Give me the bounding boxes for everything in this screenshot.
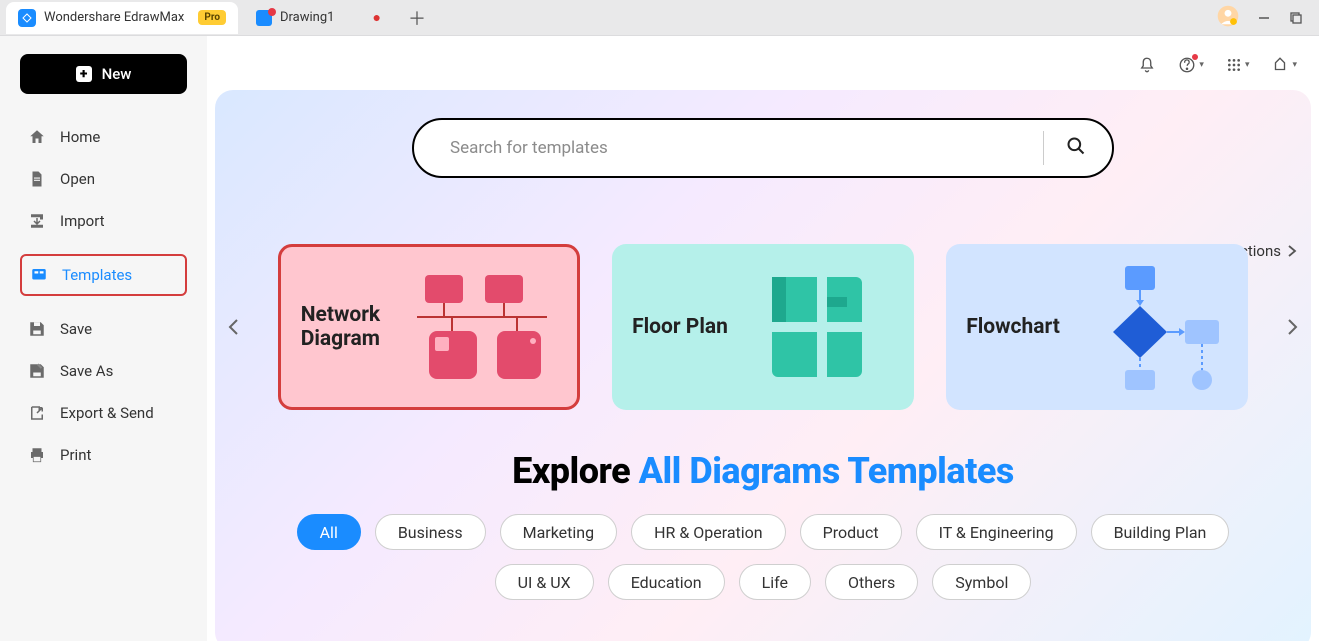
import-icon bbox=[28, 212, 46, 230]
titlebar-right bbox=[1217, 5, 1319, 31]
search-bar bbox=[412, 118, 1114, 178]
sidebar-item-open[interactable]: Open bbox=[20, 158, 187, 200]
new-button[interactable]: + New bbox=[20, 54, 187, 94]
headline-prefix: Explore bbox=[512, 450, 638, 492]
document-icon bbox=[256, 10, 272, 26]
card-title: Network Diagram bbox=[301, 303, 395, 351]
tab-app[interactable]: Wondershare EdrawMax Pro bbox=[6, 2, 238, 34]
carousel-next-button[interactable] bbox=[1280, 314, 1305, 340]
tab-unsaved-indicator: ● bbox=[372, 9, 380, 26]
avatar-icon[interactable] bbox=[1217, 5, 1239, 31]
sidebar-item-save-as[interactable]: Save As bbox=[20, 350, 187, 392]
tab-label: Drawing1 bbox=[280, 10, 334, 25]
theme-button[interactable]: ▾ bbox=[1271, 56, 1297, 74]
template-cards-row: Network Diagram bbox=[207, 244, 1319, 410]
sidebar-item-label: Print bbox=[60, 446, 91, 464]
sidebar-item-export[interactable]: Export & Send bbox=[20, 392, 187, 434]
help-button[interactable]: ▾ bbox=[1178, 56, 1204, 74]
floor-plan-graphic bbox=[740, 262, 894, 392]
chip-marketing[interactable]: Marketing bbox=[500, 514, 617, 550]
sidebar-item-label: Save bbox=[60, 320, 92, 338]
card-title: Floor Plan bbox=[632, 315, 728, 339]
sidebar-item-label: Templates bbox=[62, 266, 132, 284]
new-button-label: New bbox=[102, 65, 132, 83]
chip-education[interactable]: Education bbox=[608, 564, 725, 600]
sidebar-item-print[interactable]: Print bbox=[20, 434, 187, 476]
export-icon bbox=[28, 404, 46, 422]
plus-icon: + bbox=[76, 66, 92, 82]
carousel-prev-button[interactable] bbox=[221, 314, 246, 340]
save-icon bbox=[28, 320, 46, 338]
chip-symbol[interactable]: Symbol bbox=[932, 564, 1031, 600]
tab-drawing1[interactable]: Drawing1 ● bbox=[244, 2, 393, 34]
chip-ui-ux[interactable]: UI & UX bbox=[495, 564, 594, 600]
sidebar: + New Home Open Import Templates bbox=[0, 36, 207, 641]
chip-building-plan[interactable]: Building Plan bbox=[1091, 514, 1230, 550]
sidebar-item-home[interactable]: Home bbox=[20, 116, 187, 158]
minimize-button[interactable] bbox=[1257, 11, 1271, 25]
chip-hr-operation[interactable]: HR & Operation bbox=[631, 514, 786, 550]
sidebar-item-save[interactable]: Save bbox=[20, 308, 187, 350]
templates-icon bbox=[30, 266, 48, 284]
pro-badge: Pro bbox=[198, 10, 226, 25]
headline: Explore All Diagrams Templates bbox=[207, 450, 1319, 492]
top-toolbar: ▾ ▾ ▾ bbox=[1138, 56, 1297, 74]
sidebar-item-import[interactable]: Import bbox=[20, 200, 187, 242]
sidebar-item-label: Save As bbox=[60, 362, 113, 380]
sidebar-item-label: Open bbox=[60, 170, 95, 188]
flowchart-graphic bbox=[1072, 262, 1229, 392]
notifications-button[interactable] bbox=[1138, 56, 1156, 74]
card-flowchart[interactable]: Flowchart bbox=[946, 244, 1248, 410]
card-floor-plan[interactable]: Floor Plan bbox=[612, 244, 914, 410]
chip-product[interactable]: Product bbox=[800, 514, 902, 550]
sidebar-item-label: Export & Send bbox=[60, 404, 154, 422]
card-title: Flowchart bbox=[966, 315, 1060, 339]
network-diagram-graphic bbox=[407, 262, 557, 392]
chip-life[interactable]: Life bbox=[739, 564, 811, 600]
search-divider bbox=[1043, 131, 1044, 165]
file-icon bbox=[28, 170, 46, 188]
main-area: ▾ ▾ ▾ All Collections Network Diagram bbox=[207, 36, 1319, 641]
home-icon bbox=[28, 128, 46, 146]
sidebar-item-label: Home bbox=[60, 128, 100, 146]
app-logo-icon bbox=[18, 9, 36, 27]
chip-it-engineering[interactable]: IT & Engineering bbox=[916, 514, 1077, 550]
chip-all[interactable]: All bbox=[297, 514, 361, 550]
filter-chips: All Business Marketing HR & Operation Pr… bbox=[207, 514, 1319, 600]
search-input[interactable] bbox=[450, 138, 1021, 158]
apps-button[interactable]: ▾ bbox=[1226, 57, 1250, 73]
chip-business[interactable]: Business bbox=[375, 514, 486, 550]
maximize-button[interactable] bbox=[1289, 11, 1303, 25]
save-as-icon bbox=[28, 362, 46, 380]
headline-accent: All Diagrams Templates bbox=[639, 450, 1014, 492]
chip-others[interactable]: Others bbox=[825, 564, 918, 600]
new-tab-button[interactable]: ＋ bbox=[403, 4, 431, 32]
search-button[interactable] bbox=[1066, 136, 1086, 160]
card-network-diagram[interactable]: Network Diagram bbox=[278, 244, 580, 410]
app-name-label: Wondershare EdrawMax bbox=[44, 10, 184, 25]
titlebar: Wondershare EdrawMax Pro Drawing1 ● ＋ bbox=[0, 0, 1319, 36]
print-icon bbox=[28, 446, 46, 464]
sidebar-item-templates[interactable]: Templates bbox=[20, 254, 187, 296]
sidebar-item-label: Import bbox=[60, 212, 105, 230]
